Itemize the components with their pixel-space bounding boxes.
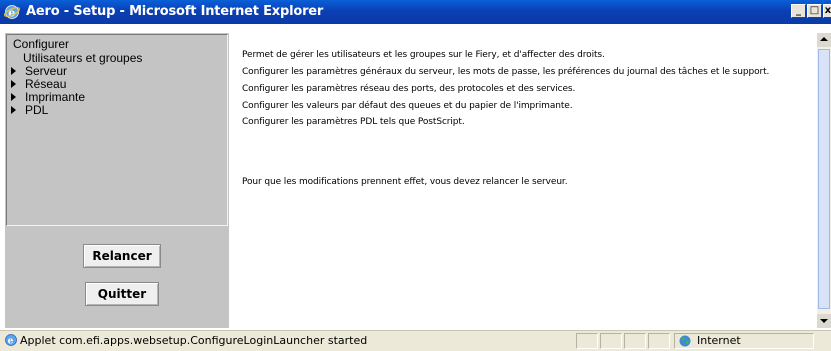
status-pane (624, 333, 646, 349)
ie-icon: e (4, 5, 20, 20)
expand-arrow-icon (11, 106, 16, 114)
menu-item-imprimante[interactable]: Imprimante (11, 90, 85, 104)
expand-arrow-icon (11, 93, 16, 101)
restart-note: Pour que les modifications prennent effe… (242, 177, 568, 187)
expand-arrow-icon (11, 67, 16, 75)
quit-button[interactable]: Quitter (85, 282, 159, 306)
svg-text:e: e (8, 337, 14, 347)
close-button[interactable]: x (823, 4, 831, 18)
globe-icon (679, 335, 691, 347)
description-pdl: Configurer les paramètres PDL tels que P… (242, 117, 465, 127)
menu-root-configurer[interactable]: Configurer (13, 37, 69, 51)
description-users-groups: Permet de gérer les utilisateurs et les … (242, 50, 605, 60)
security-zone-pane[interactable] (674, 333, 814, 349)
menu-item-label: Serveur (25, 64, 68, 78)
menu-item-pdl[interactable]: PDL (11, 103, 48, 117)
restart-button[interactable]: Relancer (83, 244, 161, 268)
minimize-button[interactable]: _ (791, 4, 806, 18)
menu-item-label: PDL (25, 103, 49, 117)
security-zone-label: Internet (697, 334, 741, 347)
title-bar: e Aero - Setup - Microsoft Internet Expl… (0, 0, 831, 24)
vertical-scrollbar[interactable] (817, 33, 831, 328)
maximize-button[interactable]: □ (807, 4, 822, 18)
menu-item-label: Imprimante (25, 90, 86, 104)
expand-arrow-icon (11, 80, 16, 88)
description-printer: Configurer les valeurs par défaut des qu… (242, 101, 573, 111)
menu-item-label: Réseau (25, 77, 67, 91)
scroll-up-button[interactable] (817, 33, 831, 47)
ie-page-icon: e (5, 334, 17, 347)
window-title: Aero - Setup - Microsoft Internet Explor… (26, 4, 324, 19)
menu-item-reseau[interactable]: Réseau (11, 77, 66, 91)
scroll-down-button[interactable] (817, 314, 831, 328)
description-network: Configurer les paramètres réseau des por… (242, 84, 576, 94)
status-pane (600, 333, 622, 349)
scroll-thumb[interactable] (818, 49, 830, 309)
status-pane (576, 333, 598, 349)
description-server: Configurer les paramètres généraux du se… (242, 67, 770, 77)
status-text: Applet com.efi.apps.websetup.ConfigureLo… (20, 334, 368, 347)
status-pane (648, 333, 670, 349)
menu-item-serveur[interactable]: Serveur (11, 64, 67, 78)
menu-item-users-groups[interactable]: Utilisateurs et groupes (23, 51, 142, 65)
